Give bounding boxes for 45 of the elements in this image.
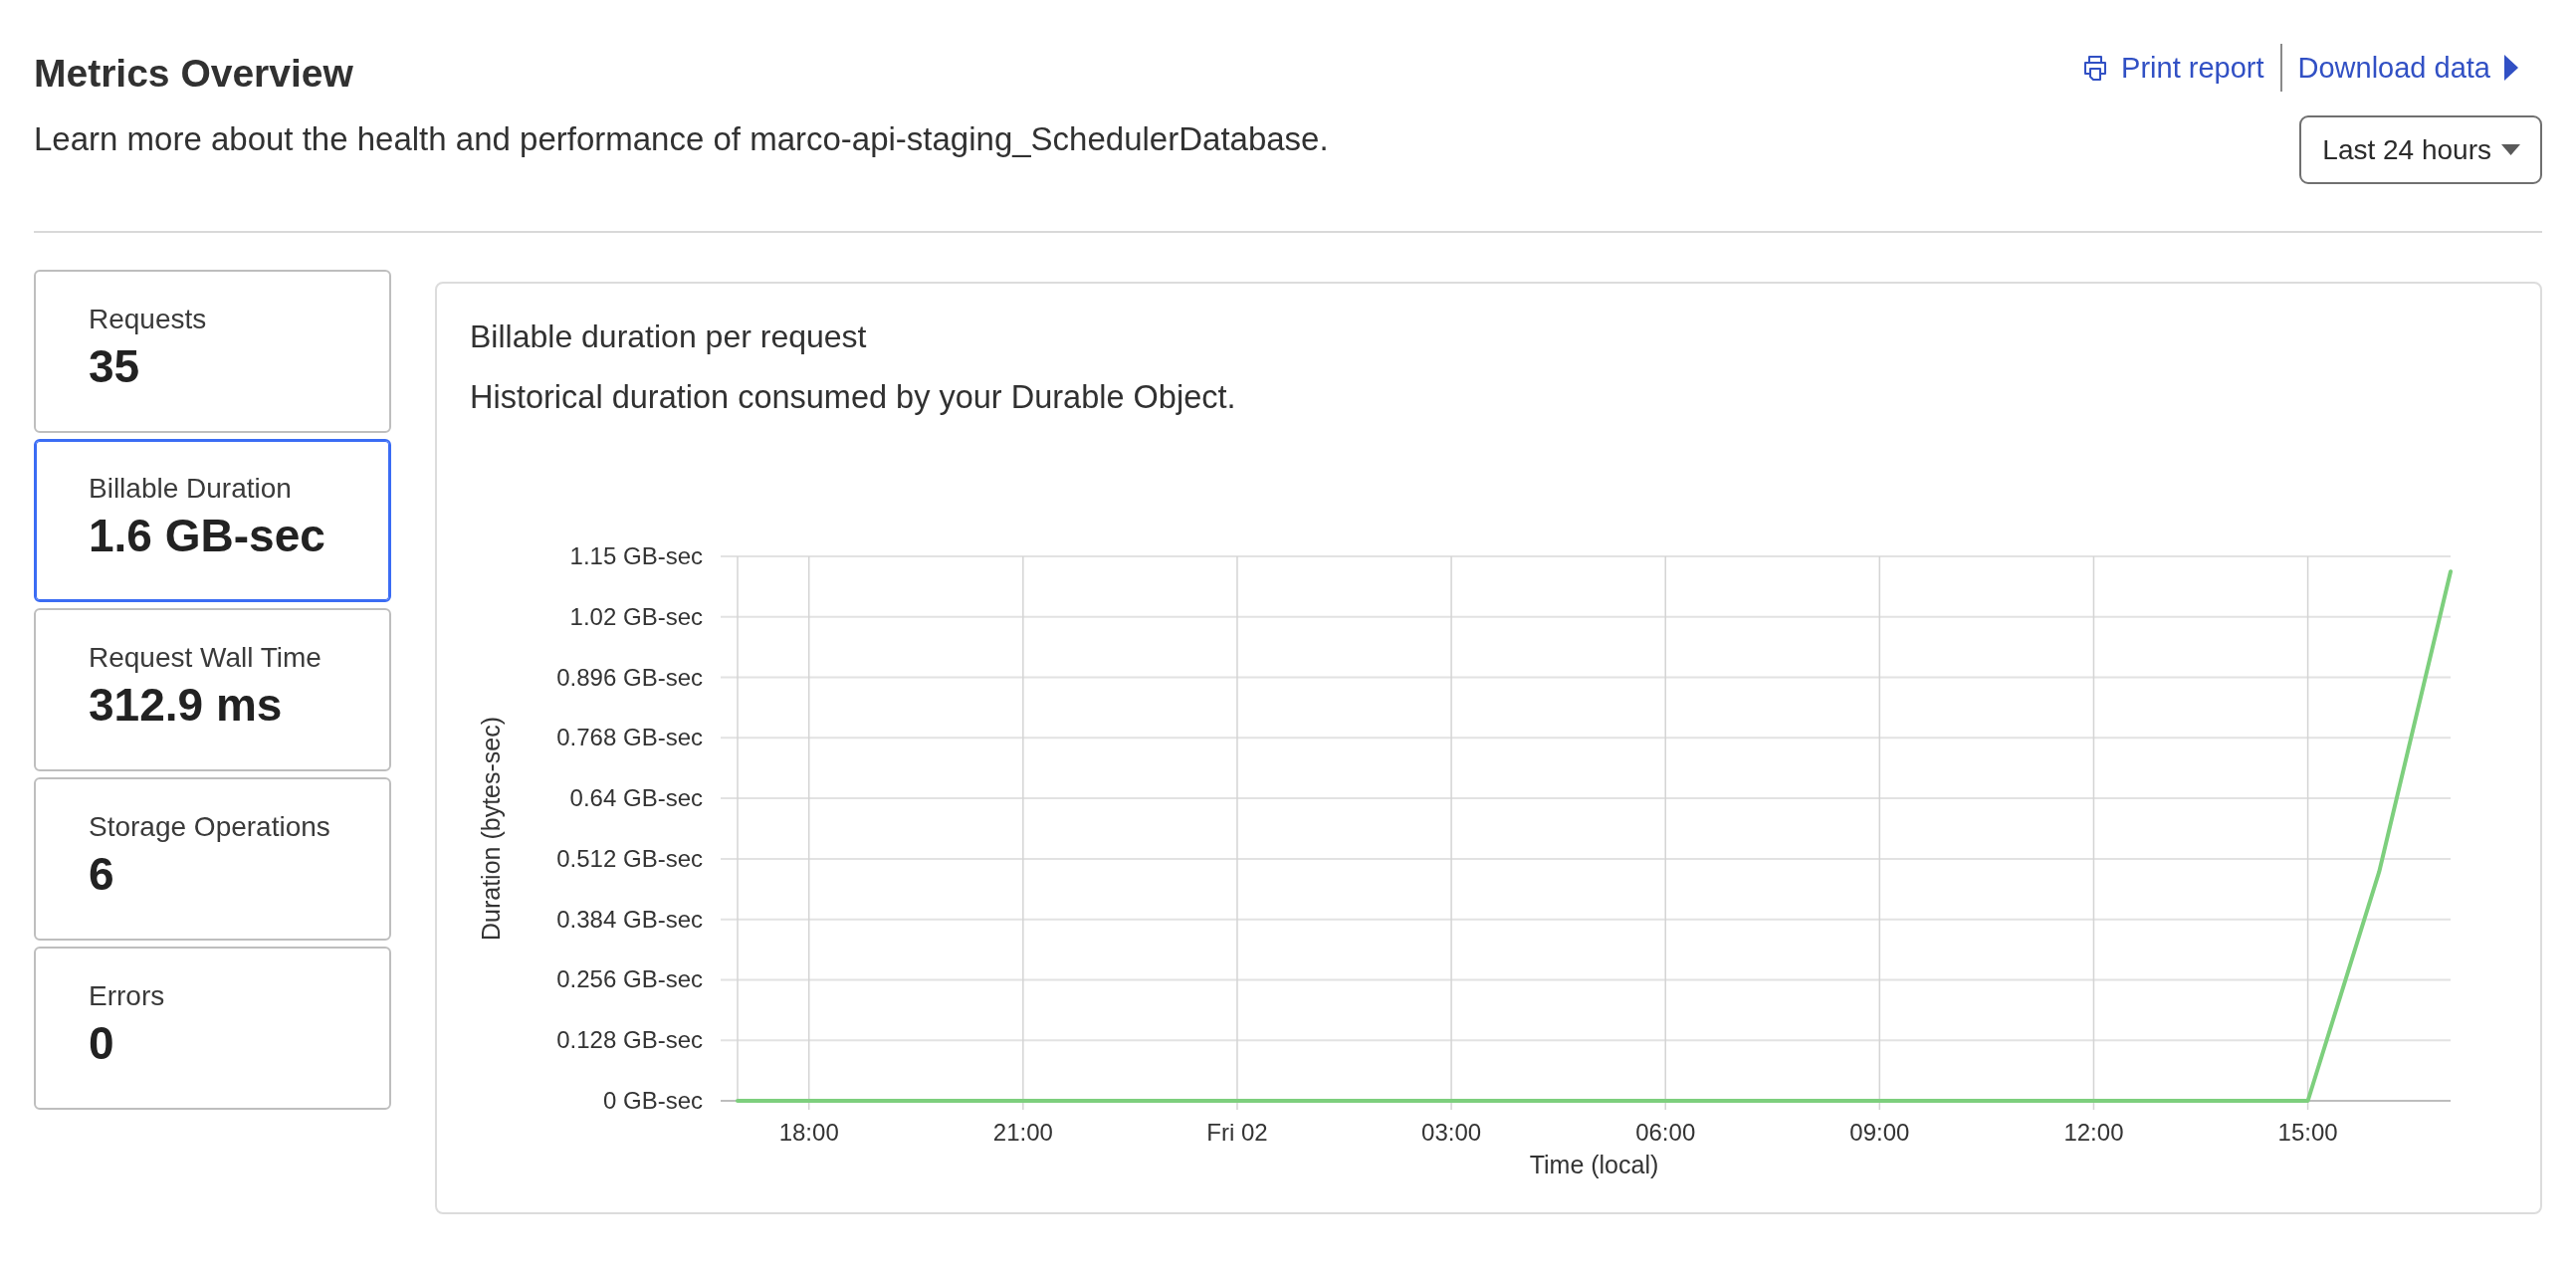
page-title: Metrics Overview — [34, 52, 354, 96]
print-report-link[interactable]: Print report — [2083, 51, 2264, 85]
y-tick-label: 0.384 GB-sec — [556, 905, 703, 933]
y-tick-label: 0.128 GB-sec — [556, 1026, 703, 1054]
metric-value: 35 — [89, 339, 140, 393]
page-description: Learn more about the health and performance of marco-api-staging_SchedulerDatabase. — [34, 120, 1329, 158]
metric-card[interactable]: Errors 0 — [34, 947, 391, 1110]
metric-label: Billable Duration — [89, 472, 292, 506]
metric-label: Errors — [89, 979, 165, 1013]
metric-label: Storage Operations — [89, 810, 330, 844]
y-axis-title: Duration (bytes-sec) — [477, 716, 505, 942]
download-data-link[interactable]: Download data — [2297, 51, 2518, 85]
x-tick-label: Fri 02 — [1206, 1119, 1268, 1146]
metric-label: Request Wall Time — [89, 641, 322, 675]
chart-title: Billable duration per request — [470, 318, 867, 356]
metric-value: 6 — [89, 847, 114, 901]
x-tick-label: 06:00 — [1635, 1119, 1696, 1146]
x-tick-label: 21:00 — [992, 1119, 1053, 1146]
chart-description: Historical duration consumed by your Durable Object. — [470, 378, 1236, 417]
x-tick-label: 12:00 — [2063, 1119, 2124, 1146]
y-tick-label: 0.64 GB-sec — [569, 784, 703, 812]
metric-value: 0 — [89, 1016, 114, 1070]
x-axis-title: Time (local) — [1529, 1151, 1659, 1178]
metric-value: 1.6 GB-sec — [89, 509, 325, 562]
x-tick-label: 03:00 — [1421, 1119, 1482, 1146]
x-tick-label: 18:00 — [778, 1119, 839, 1146]
metric-card[interactable]: Requests 35 — [34, 270, 391, 433]
y-tick-label: 1.15 GB-sec — [569, 542, 703, 569]
metric-value: 312.9 ms — [89, 678, 283, 732]
metric-card[interactable]: Storage Operations 6 — [34, 777, 391, 941]
y-tick-label: 0.896 GB-sec — [556, 663, 703, 691]
caret-down-icon — [2501, 144, 2520, 155]
metric-card[interactable]: Billable Duration 1.6 GB-sec — [34, 439, 391, 602]
y-tick-label: 1.02 GB-sec — [569, 602, 703, 630]
x-tick-label: 09:00 — [1849, 1119, 1910, 1146]
y-tick-label: 0.768 GB-sec — [556, 724, 703, 751]
x-tick-label: 15:00 — [2277, 1119, 2338, 1146]
printer-icon — [2083, 55, 2108, 81]
time-range-dropdown[interactable]: Last 24 hours — [2299, 115, 2542, 184]
y-tick-label: 0.512 GB-sec — [556, 844, 703, 872]
metric-card[interactable]: Request Wall Time 312.9 ms — [34, 608, 391, 771]
caret-right-icon — [2504, 55, 2518, 81]
y-tick-label: 0 GB-sec — [602, 1087, 703, 1114]
y-tick-label: 0.256 GB-sec — [556, 965, 703, 993]
metric-label: Requests — [89, 303, 207, 336]
